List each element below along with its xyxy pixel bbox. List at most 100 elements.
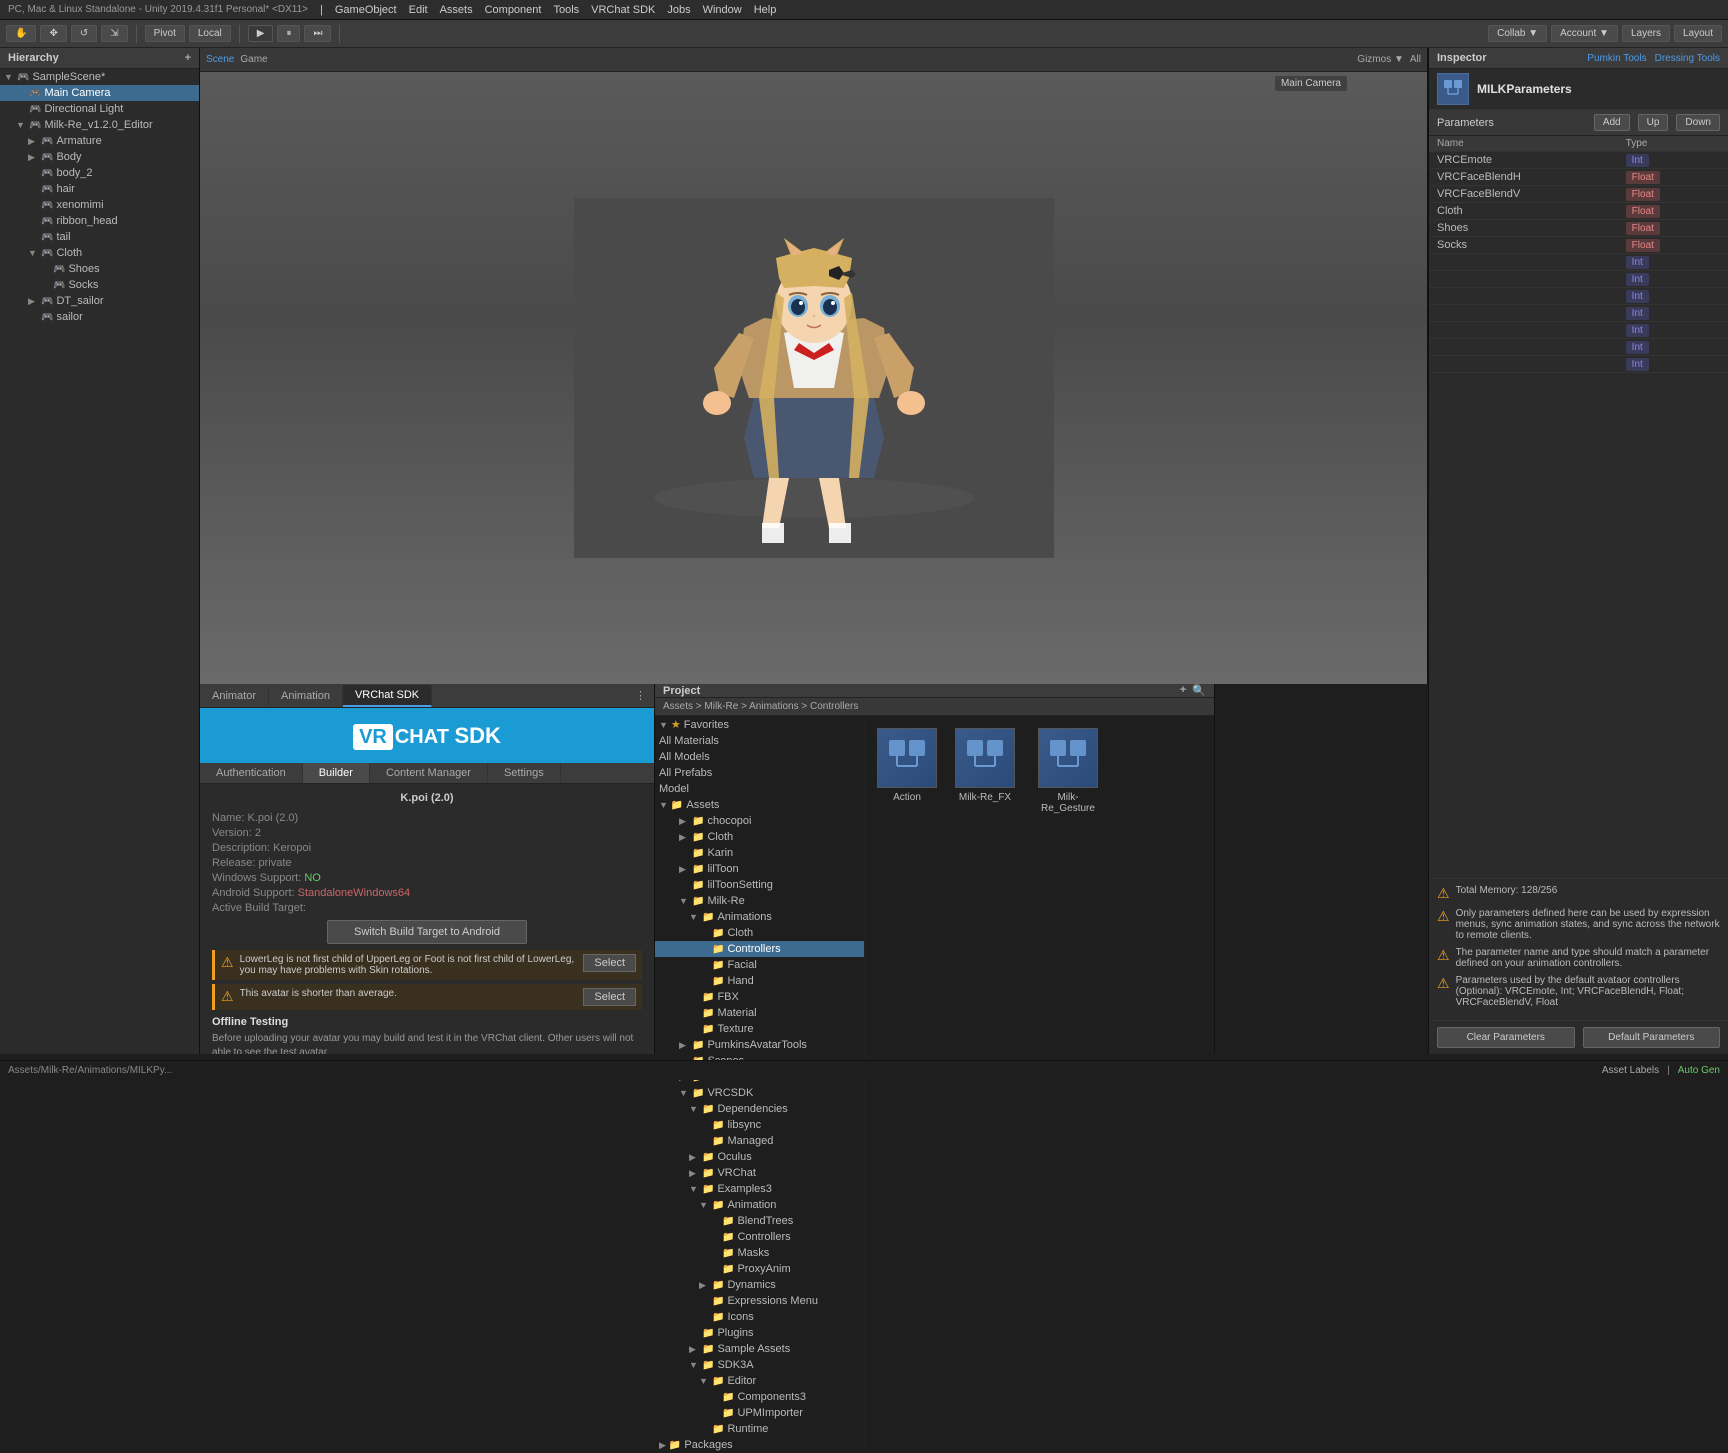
tree-item-0[interactable]: ▶ 📁 chocopoi: [655, 813, 864, 829]
hierarchy-item-4[interactable]: ▶ 🎮 Armature: [0, 133, 199, 149]
asset-labels-btn[interactable]: Asset Labels: [1602, 1065, 1659, 1076]
hierarchy-item-11[interactable]: ▼ 🎮 Cloth: [0, 245, 199, 261]
move-tool-btn[interactable]: ✥: [40, 25, 66, 42]
add-param-btn[interactable]: Add: [1594, 114, 1630, 131]
fav-all-models[interactable]: All Models: [655, 749, 864, 765]
param-row-4[interactable]: Shoes Float: [1429, 220, 1728, 237]
hierarchy-item-9[interactable]: 🎮 ribbon_head: [0, 213, 199, 229]
pumkin-tools-btn[interactable]: Pumkin Tools: [1587, 53, 1646, 64]
tree-item-10[interactable]: 📁 Hand: [655, 973, 864, 989]
hierarchy-item-2[interactable]: 🎮 Directional Light: [0, 101, 199, 117]
project-search-icon[interactable]: 🔍: [1192, 684, 1206, 697]
tree-item-9[interactable]: 📁 Facial: [655, 957, 864, 973]
tree-item-18[interactable]: ▼ 📁 Dependencies: [655, 1101, 864, 1117]
menu-component[interactable]: Component: [485, 4, 542, 16]
collab-btn[interactable]: Collab ▼: [1488, 25, 1547, 42]
tree-item-27[interactable]: 📁 Masks: [655, 1245, 864, 1261]
tree-item-38[interactable]: 📁 Runtime: [655, 1421, 864, 1437]
play-btn[interactable]: ▶: [248, 25, 274, 42]
tab-vrcsdk[interactable]: VRChat SDK: [343, 685, 432, 707]
tree-item-8[interactable]: 📁 Controllers: [655, 941, 864, 957]
tree-item-26[interactable]: 📁 Controllers: [655, 1229, 864, 1245]
dressing-tools-btn[interactable]: Dressing Tools: [1655, 53, 1720, 64]
menu-edit[interactable]: Edit: [409, 4, 428, 16]
tree-item-4[interactable]: 📁 lilToonSetting: [655, 877, 864, 893]
param-row-1[interactable]: VRCFaceBlendH Float: [1429, 169, 1728, 186]
tree-item-32[interactable]: 📁 Plugins: [655, 1325, 864, 1341]
tree-item-34[interactable]: ▼ 📁 SDK3A: [655, 1357, 864, 1373]
tree-item-3[interactable]: ▶ 📁 lilToon: [655, 861, 864, 877]
param-row-5[interactable]: Socks Float: [1429, 237, 1728, 254]
param-row-12[interactable]: Int: [1429, 356, 1728, 373]
param-row-10[interactable]: Int: [1429, 322, 1728, 339]
param-row-7[interactable]: Int: [1429, 271, 1728, 288]
menu-window[interactable]: Window: [703, 4, 742, 16]
hierarchy-item-8[interactable]: 🎮 xenomimi: [0, 197, 199, 213]
tree-item-28[interactable]: 📁 ProxyAnim: [655, 1261, 864, 1277]
switch-build-target-btn[interactable]: Switch Build Target to Android: [327, 920, 527, 944]
hierarchy-item-0[interactable]: ▼ 🎮 SampleScene*: [0, 69, 199, 85]
tree-item-29[interactable]: ▶ 📁 Dynamics: [655, 1277, 864, 1293]
sdk-tab-settings[interactable]: Settings: [488, 763, 561, 783]
clear-params-btn[interactable]: Clear Parameters: [1437, 1027, 1575, 1048]
menu-jobs[interactable]: Jobs: [667, 4, 690, 16]
tree-item-22[interactable]: ▶ 📁 VRChat: [655, 1165, 864, 1181]
tree-item-6[interactable]: ▼ 📁 Animations: [655, 909, 864, 925]
param-row-8[interactable]: Int: [1429, 288, 1728, 305]
param-row-11[interactable]: Int: [1429, 339, 1728, 356]
tree-item-36[interactable]: 📁 Components3: [655, 1389, 864, 1405]
tree-item-7[interactable]: 📁 Cloth: [655, 925, 864, 941]
hierarchy-item-1[interactable]: 🎮 Main Camera: [0, 85, 199, 101]
sdk-tab-auth[interactable]: Authentication: [200, 763, 303, 783]
param-row-6[interactable]: Int: [1429, 254, 1728, 271]
tree-item-1[interactable]: ▶ 📁 Cloth: [655, 829, 864, 845]
tab-animation[interactable]: Animation: [269, 686, 343, 706]
hierarchy-item-15[interactable]: 🎮 sailor: [0, 309, 199, 325]
scale-tool-btn[interactable]: ⇲: [101, 25, 127, 42]
param-row-3[interactable]: Cloth Float: [1429, 203, 1728, 220]
pause-btn[interactable]: ⏸: [277, 25, 300, 42]
fav-model[interactable]: Model: [655, 781, 864, 797]
menu-tools[interactable]: Tools: [553, 4, 579, 16]
tree-item-25[interactable]: 📁 BlendTrees: [655, 1213, 864, 1229]
favorites-group[interactable]: ▼ ★ Favorites: [655, 716, 864, 733]
tree-item-23[interactable]: ▼ 📁 Examples3: [655, 1181, 864, 1197]
menu-assets[interactable]: Assets: [440, 4, 473, 16]
down-param-btn[interactable]: Down: [1676, 114, 1720, 131]
asset-item-1[interactable]: Milk-Re_FX: [951, 724, 1019, 818]
asset-item-0[interactable]: Action: [873, 724, 941, 818]
packages-item[interactable]: ▶ 📁 Packages: [655, 1437, 864, 1453]
assets-root-item[interactable]: ▼ 📁 Assets: [655, 797, 864, 813]
hierarchy-item-6[interactable]: 🎮 body_2: [0, 165, 199, 181]
hierarchy-item-3[interactable]: ▼ 🎮 Milk-Re_v1.2.0_Editor: [0, 117, 199, 133]
tree-item-30[interactable]: 📁 Expressions Menu: [655, 1293, 864, 1309]
step-btn[interactable]: ⏭: [304, 25, 331, 42]
default-params-btn[interactable]: Default Parameters: [1583, 1027, 1721, 1048]
tree-item-37[interactable]: 📁 UPMImporter: [655, 1405, 864, 1421]
project-add-icon[interactable]: +: [1180, 684, 1186, 697]
hierarchy-item-5[interactable]: ▶ 🎮 Body: [0, 149, 199, 165]
tab-animator[interactable]: Animator: [200, 686, 269, 706]
asset-item-2[interactable]: Milk-Re_Gesture: [1029, 724, 1107, 818]
hierarchy-item-7[interactable]: 🎮 hair: [0, 181, 199, 197]
tree-item-5[interactable]: ▼ 📁 Milk-Re: [655, 893, 864, 909]
tree-item-2[interactable]: 📁 Karin: [655, 845, 864, 861]
tree-item-12[interactable]: 📁 Material: [655, 1005, 864, 1021]
hierarchy-item-13[interactable]: 🎮 Socks: [0, 277, 199, 293]
tree-item-24[interactable]: ▼ 📁 Animation: [655, 1197, 864, 1213]
param-row-2[interactable]: VRCFaceBlendV Float: [1429, 186, 1728, 203]
menu-vrcsdk[interactable]: VRChat SDK: [591, 4, 655, 16]
fav-all-prefabs[interactable]: All Prefabs: [655, 765, 864, 781]
up-param-btn[interactable]: Up: [1638, 114, 1669, 131]
gizmos-btn[interactable]: Gizmos ▼: [1357, 54, 1404, 65]
account-btn[interactable]: Account ▼: [1551, 25, 1618, 42]
tab-options-icon[interactable]: ⋮: [627, 689, 654, 702]
fav-all-materials[interactable]: All Materials: [655, 733, 864, 749]
layout-btn[interactable]: Layout: [1674, 25, 1722, 42]
pivot-btn[interactable]: Pivot: [145, 25, 185, 42]
menu-help[interactable]: Help: [754, 4, 777, 16]
tree-item-11[interactable]: 📁 FBX: [655, 989, 864, 1005]
param-row-9[interactable]: Int: [1429, 305, 1728, 322]
tree-item-19[interactable]: 📁 libsync: [655, 1117, 864, 1133]
hierarchy-add-icon[interactable]: +: [185, 52, 191, 64]
